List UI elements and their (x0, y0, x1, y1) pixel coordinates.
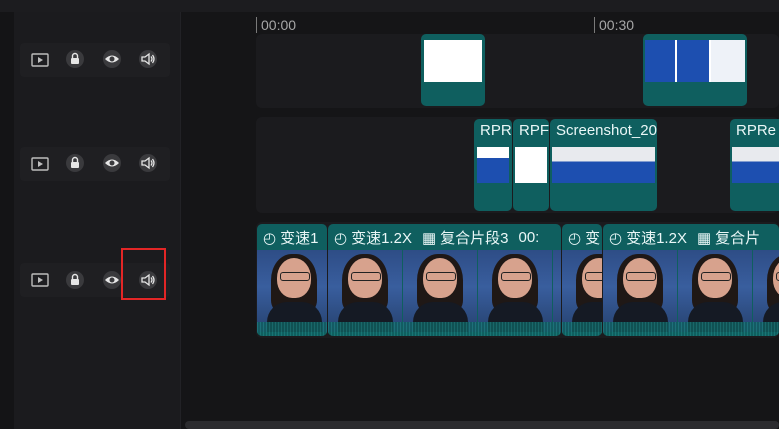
clip-thumbnail (515, 147, 547, 183)
video-clip-1[interactable]: ◴ 变速1 (257, 224, 327, 336)
clip-label: RPF (519, 122, 549, 139)
clip-thumbnail (477, 147, 509, 183)
speed-icon: ◴ (568, 229, 582, 247)
speed-icon: ◴ (263, 229, 277, 247)
clip-label: 变 (585, 230, 601, 247)
video-track-icon[interactable] (26, 46, 54, 74)
clip-label: 变速1 (280, 230, 319, 247)
image-clip-screenshot[interactable]: Screenshot_20 (550, 119, 657, 211)
clip-name-label: 复合片 (715, 230, 761, 247)
video-frames (257, 250, 327, 332)
left-edge (0, 12, 14, 429)
video-clip-4[interactable]: ◴ 变速1.2X ▦ 复合片 (603, 224, 779, 336)
speaker-icon[interactable] (134, 45, 162, 73)
ruler-tick (256, 17, 257, 33)
clip-speed-label: 变速1.2X (351, 230, 412, 247)
audio-waveform (257, 322, 327, 336)
speed-icon: ◴ (609, 229, 623, 247)
clip-label: RPR (480, 122, 512, 139)
ruler-label-0: 00:00 (261, 17, 297, 33)
video-clip-3[interactable]: ◴ 变 (562, 224, 602, 336)
clip-label: RPRe (736, 122, 777, 139)
eye-icon[interactable] (98, 149, 126, 177)
image-clip-rpf[interactable]: RPF (513, 119, 549, 211)
video-track-icon[interactable] (26, 266, 54, 294)
ruler-label-30: 00:30 (599, 17, 635, 33)
clip-speed-label: 变速1.2X (626, 230, 687, 247)
compound-clip-icon: ▦ (696, 229, 712, 247)
ruler-tick (594, 17, 595, 33)
speaker-icon[interactable] (134, 149, 162, 177)
image-clip[interactable] (643, 34, 747, 106)
speed-icon: ◴ (334, 229, 348, 247)
lock-icon[interactable] (61, 45, 89, 73)
clip-thumbnail (552, 147, 655, 183)
clip-duration-label: 00: (518, 229, 540, 246)
video-track-icon[interactable] (26, 150, 54, 178)
horizontal-scrollbar[interactable] (185, 421, 779, 429)
video-frames (328, 250, 561, 332)
lock-icon[interactable] (61, 149, 89, 177)
audio-waveform (562, 322, 602, 336)
audio-waveform (603, 322, 779, 336)
clip-label: Screenshot_20 (556, 122, 657, 139)
video-clip-2[interactable]: ◴ 变速1.2X ▦ 复合片段3 00: (328, 224, 561, 336)
clip-thumbnail (424, 40, 482, 82)
image-clip[interactable] (421, 34, 485, 106)
speaker-highlight-box (121, 248, 166, 300)
clip-thumbnail (645, 40, 745, 82)
video-frames (603, 250, 779, 332)
image-clip-rpr[interactable]: RPR (474, 119, 512, 211)
clip-thumbnail (732, 147, 779, 183)
time-ruler[interactable]: 00:00 00:30 (181, 12, 779, 34)
audio-waveform (328, 322, 561, 336)
video-frames (562, 250, 602, 332)
eye-icon[interactable] (98, 45, 126, 73)
clip-name-label: 复合片段3 (440, 230, 509, 247)
image-clip-rpre[interactable]: RPRe (730, 119, 779, 211)
lock-icon[interactable] (61, 266, 89, 294)
compound-clip-icon: ▦ (421, 229, 437, 247)
